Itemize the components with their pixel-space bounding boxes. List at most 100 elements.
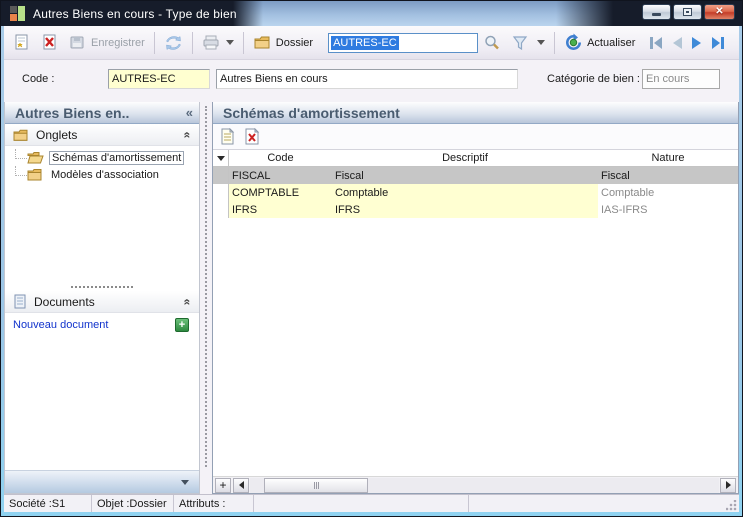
new-document-link[interactable]: Nouveau document <box>13 319 175 331</box>
refresh-data-label: Actualiser <box>587 36 636 49</box>
column-header-nature[interactable]: Nature <box>598 150 738 166</box>
cell-descriptif[interactable]: Fiscal <box>332 167 598 184</box>
grid-toolbar <box>213 124 738 150</box>
cell-code[interactable]: COMPTABLE <box>229 184 332 201</box>
table-row[interactable]: COMPTABLE Comptable Comptable <box>213 184 738 201</box>
row-gutter <box>213 167 229 184</box>
status-objet: Objet :Dossier <box>92 495 174 512</box>
code-field-value: AUTRES-EC <box>112 73 176 85</box>
horizontal-splitter[interactable] <box>5 283 199 291</box>
category-field-value: En cours <box>646 73 690 85</box>
save-button[interactable]: Enregistrer <box>64 31 150 55</box>
nav-first-button[interactable] <box>648 36 664 50</box>
cell-descriptif[interactable]: Comptable <box>332 184 598 201</box>
delete-icon <box>43 34 56 49</box>
folder-icon <box>27 169 42 181</box>
table-empty-area <box>213 218 738 476</box>
tree-item-modeles[interactable]: Modèles d'association <box>15 165 199 183</box>
tree-item-schemas[interactable]: Schémas d'amortissement <box>15 148 199 166</box>
table-options-button[interactable] <box>213 150 229 166</box>
documents-group-header[interactable]: Documents « <box>5 291 199 313</box>
window-title: Autres Biens en cours - Type de bien <box>33 6 237 21</box>
status-societe: Société :S1 <box>4 495 92 512</box>
onglets-label: Onglets <box>36 127 78 142</box>
document-icon <box>14 294 26 309</box>
close-icon: ✕ <box>715 6 724 17</box>
collapse-group-icon[interactable]: « <box>181 298 195 305</box>
status-attributs: Attributs : <box>174 495 254 512</box>
documents-label: Documents <box>34 294 95 309</box>
save-icon <box>70 36 84 48</box>
refresh-data-button[interactable]: Actualiser <box>559 31 640 55</box>
collapse-panel-icon[interactable]: « <box>186 105 193 120</box>
collapse-group-icon[interactable]: « <box>181 131 195 138</box>
save-button-label: Enregistrer <box>91 36 145 49</box>
record-form: Code : AUTRES-EC Autres Biens en cours C… <box>4 60 739 98</box>
dossier-button[interactable]: Dossier <box>248 31 318 55</box>
cell-descriptif[interactable]: IFRS <box>332 201 598 218</box>
panel-splitter[interactable] <box>200 102 212 494</box>
column-header-descriptif[interactable]: Descriptif <box>332 150 598 166</box>
add-column-button[interactable]: + <box>215 477 231 493</box>
print-dropdown-icon[interactable] <box>225 40 234 45</box>
row-gutter <box>213 184 229 201</box>
refresh-button[interactable] <box>159 31 188 55</box>
separator <box>554 31 556 54</box>
chevron-down-icon[interactable] <box>181 479 189 485</box>
code-field[interactable]: AUTRES-EC <box>108 69 210 89</box>
nav-previous-button[interactable] <box>670 36 684 50</box>
horizontal-scrollbar[interactable]: + <box>213 476 738 493</box>
onglets-group-header[interactable]: Onglets « <box>5 124 199 146</box>
filter-dropdown-icon[interactable] <box>537 40 546 45</box>
description-field[interactable]: Autres Biens en cours <box>216 69 518 89</box>
dropdown-icon <box>216 155 225 161</box>
separator <box>153 31 155 54</box>
close-button[interactable]: ✕ <box>704 4 735 20</box>
maximize-button[interactable] <box>673 4 702 20</box>
new-button[interactable] <box>8 31 36 55</box>
sidebar-footer <box>5 470 199 493</box>
table-row[interactable]: IFRS IFRS IAS-IFRS <box>213 201 738 218</box>
add-row-icon[interactable] <box>220 128 235 145</box>
status-bar: Société :S1 Objet :Dossier Attributs : <box>4 494 739 512</box>
scrollbar-track[interactable] <box>250 477 719 493</box>
search-button[interactable] <box>478 31 506 55</box>
table-header-row: Code Descriptif Nature <box>213 150 738 167</box>
separator <box>242 31 244 54</box>
nav-next-button[interactable] <box>690 36 704 50</box>
code-search-input[interactable]: AUTRES-EC <box>328 32 479 53</box>
add-document-button[interactable]: + <box>175 318 189 332</box>
minimize-button[interactable] <box>642 4 671 20</box>
nav-last-button[interactable] <box>710 36 726 50</box>
category-label: Catégorie de bien : <box>547 73 640 85</box>
schemas-table: Code Descriptif Nature FISCAL Fiscal Fis… <box>213 150 738 476</box>
category-field: En cours <box>642 69 720 89</box>
folder-icon <box>13 129 28 141</box>
tree-item-label: Modèles d'association <box>51 168 159 181</box>
delete-button[interactable] <box>36 31 64 55</box>
scroll-left-button[interactable] <box>233 477 249 493</box>
scroll-right-button[interactable] <box>720 477 736 493</box>
table-row[interactable]: FISCAL Fiscal Fiscal <box>213 167 738 184</box>
arrow-left-icon <box>238 481 244 489</box>
cell-code[interactable]: IFRS <box>229 201 332 218</box>
column-header-code[interactable]: Code <box>229 150 332 166</box>
cell-nature[interactable]: Comptable <box>598 184 738 201</box>
minimize-icon <box>652 13 661 16</box>
filter-button[interactable] <box>506 31 550 55</box>
resize-grip[interactable] <box>726 500 737 511</box>
print-button[interactable] <box>197 31 239 55</box>
code-search-value: AUTRES-EC <box>331 35 399 50</box>
cell-code[interactable]: FISCAL <box>229 167 332 184</box>
delete-row-icon[interactable] <box>244 128 260 145</box>
cell-nature[interactable]: Fiscal <box>598 167 738 184</box>
main-panel-header: Schémas d'amortissement <box>213 102 738 124</box>
code-label: Code : <box>22 73 55 85</box>
dossier-button-label: Dossier <box>275 36 314 49</box>
sidebar-header[interactable]: Autres Biens en.. « <box>5 102 199 124</box>
tree-connector <box>15 165 27 176</box>
scrollbar-thumb[interactable] <box>264 477 368 493</box>
title-bar[interactable]: Autres Biens en cours - Type de bien ✕ <box>1 1 742 26</box>
cell-nature[interactable]: IAS-IFRS <box>598 201 738 218</box>
onglets-tree: Schémas d'amortissement Modèles d'associ… <box>5 146 199 183</box>
